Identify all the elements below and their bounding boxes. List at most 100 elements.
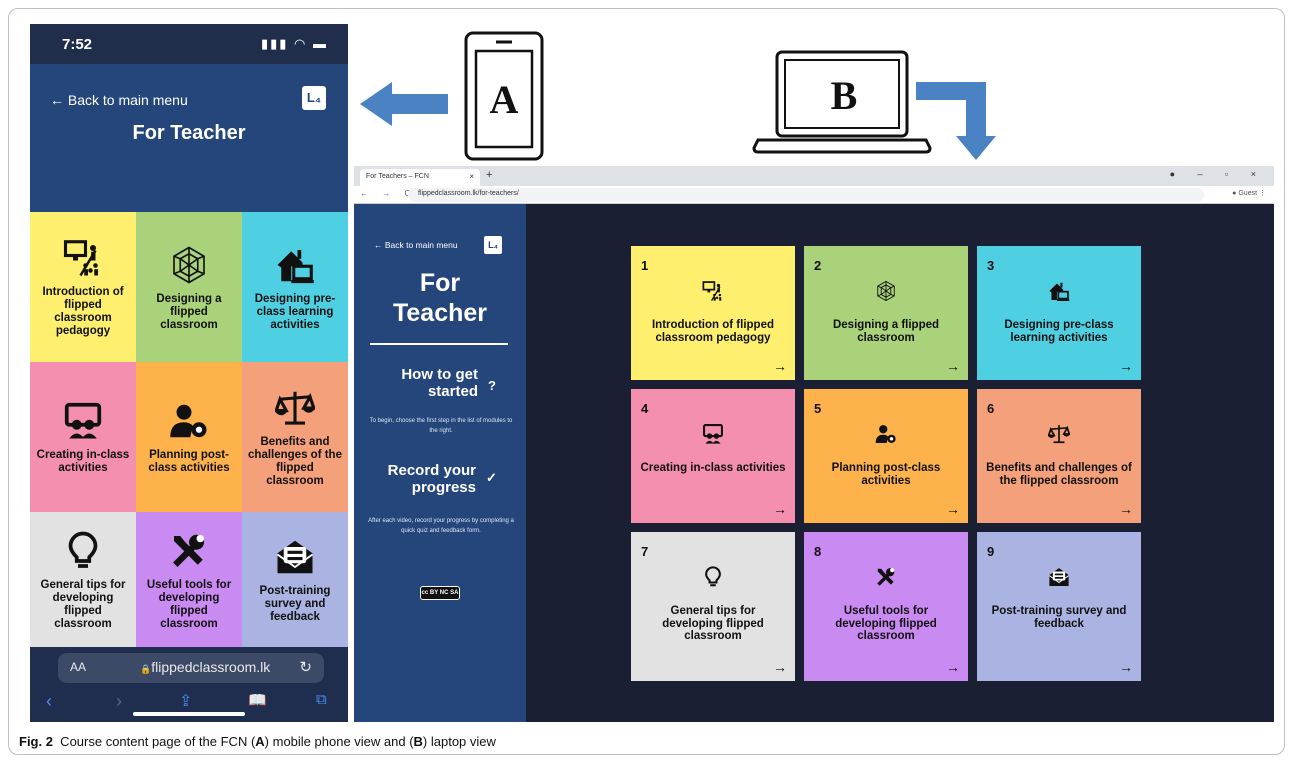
module-label: Introduction of flipped classroom pedago… — [42, 286, 124, 337]
phone-header: ← Back to main menu L₄ For Teacher — [30, 64, 348, 212]
laptop-module-tile[interactable]: 4 Creating in-class activities → — [631, 389, 795, 523]
arrow-right-icon[interactable]: → — [773, 659, 787, 675]
arrow-right-icon[interactable]: → — [1119, 501, 1133, 517]
geodesic-icon — [169, 243, 209, 287]
how-to-start-heading: How to get started — [401, 366, 478, 400]
title-line-1: For — [419, 269, 461, 297]
sidebar-title: For Teacher — [354, 268, 526, 328]
module-label: Designing a flipped classroom — [156, 292, 222, 331]
module-label: Benefits and challenges of the flipped c… — [986, 462, 1132, 487]
module-number: 1 — [641, 258, 649, 273]
module-number: 3 — [987, 258, 995, 273]
module-label: Post-training survey and feedback — [991, 605, 1127, 630]
guest-profile-button[interactable]: ● Guest ⋮ — [1232, 189, 1266, 197]
module-label: Useful tools for developing flipped clas… — [146, 578, 232, 630]
phone-module-tile[interactable]: Post-training survey and feedback — [242, 512, 348, 647]
arrow-right-icon[interactable]: → — [946, 358, 960, 374]
safari-address-bar[interactable]: AA 🔒flippedclassroom.lk ↻ — [58, 653, 324, 683]
laptop-module-tile[interactable]: 2 Designing a flipped classroom → — [804, 246, 968, 380]
caption-text-3: ) laptop view — [422, 734, 496, 749]
reload-icon[interactable]: ↻ — [299, 658, 312, 676]
window-controls[interactable]: ● – ▫ × — [1170, 169, 1266, 179]
caption-text-2: ) mobile phone view and ( — [264, 734, 414, 749]
laptop-module-tile[interactable]: 8 Useful tools for developing flipped cla… — [804, 532, 968, 681]
url-bar[interactable]: flippedclassroom.lk/for-teachers/ — [408, 188, 1204, 202]
arrow-right-icon[interactable]: → — [1119, 358, 1133, 374]
laptop-label: B — [822, 72, 866, 118]
caption-fig-label: Fig. 2 — [19, 734, 53, 749]
back-to-main-menu-link[interactable]: ← Back to main menu — [50, 92, 188, 108]
arrow-right-icon[interactable]: → — [1119, 659, 1133, 675]
module-label: Creating in-class activities — [640, 462, 786, 474]
phone-module-tile[interactable]: Benefits and challenges of the flipped c… — [242, 362, 348, 512]
phone-label: A — [484, 76, 524, 122]
back-chevron-icon[interactable]: ‹ — [46, 691, 52, 712]
question-icon: ? — [488, 378, 496, 393]
module-label: Useful tools for developing flipped clas… — [835, 605, 937, 642]
laptop-module-tile[interactable]: 6 Benefits and challenges of the flipped … — [977, 389, 1141, 523]
presentation-icon — [631, 280, 795, 304]
laptop-module-tile[interactable]: 9 Post-training survey and feedback → — [977, 532, 1141, 681]
module-label: Designing a flipped classroom — [832, 319, 940, 344]
geodesic-icon — [804, 280, 968, 304]
new-tab-icon[interactable]: + — [486, 169, 492, 181]
record-progress-heading: Record your progress — [387, 462, 476, 496]
arrow-right-icon[interactable]: → — [946, 659, 960, 675]
laptop-module-tile[interactable]: 5 Planning post-class activities → — [804, 389, 968, 523]
url-text: flippedclassroom.lk/for-teachers/ — [418, 190, 519, 197]
module-label: Designing pre-class learning activities — [254, 292, 336, 331]
phone-module-tile[interactable]: Useful tools for developing flipped clas… — [136, 512, 242, 647]
guest-label: Guest — [1238, 190, 1258, 197]
share-icon[interactable]: ⇪ — [179, 691, 192, 711]
phone-module-tile[interactable]: Introduction of flipped classroom pedago… — [30, 212, 136, 362]
creative-commons-badge[interactable]: cc BY NC SA — [420, 586, 460, 600]
reader-aa-button[interactable]: AA — [70, 660, 86, 674]
module-number: 6 — [987, 401, 995, 416]
laptop-module-tile[interactable]: 7 General tips for developing flipped cla… — [631, 532, 795, 681]
browser-tab-bar: For Teachers – FCN × + ● – ▫ × — [354, 166, 1274, 186]
forward-chevron-icon[interactable]: › — [116, 691, 122, 712]
url-text: flippedclassroom.lk — [151, 659, 271, 675]
arrow-right-icon[interactable]: → — [773, 501, 787, 517]
site-logo-icon[interactable]: L₄ — [302, 86, 326, 110]
back-to-main-menu-link[interactable]: ← Back to main menu — [374, 240, 458, 250]
phone-screen: 7:52 ▮▮▮ ◠ ▬ ← Back to main menu L₄ For … — [30, 24, 348, 722]
arrow-right-icon[interactable]: → — [773, 358, 787, 374]
module-label: Planning post-class activities — [831, 462, 941, 487]
chalkboard-teacher-icon — [631, 423, 795, 447]
figure-caption: Fig. 2 Course content page of the FCN (A… — [19, 734, 496, 749]
tab-title: For Teachers – FCN — [366, 173, 429, 180]
phone-module-tile[interactable]: Creating in-class activities — [30, 362, 136, 512]
phone-module-tile[interactable]: Designing pre-class learning activities — [242, 212, 348, 362]
module-number: 7 — [641, 544, 649, 559]
envelope-survey-icon — [275, 535, 315, 579]
balance-scale-icon — [275, 386, 315, 430]
caption-a: A — [255, 734, 265, 749]
laptop-module-tile[interactable]: 3 Designing pre-class learning activities… — [977, 246, 1141, 380]
site-logo-icon[interactable]: L₄ — [484, 236, 502, 254]
module-label: Designing pre-class learning activities — [1004, 319, 1114, 344]
module-number: 5 — [814, 401, 822, 416]
check-icon: ✓ — [486, 470, 497, 485]
laptop-module-tile[interactable]: 1 Introduction of flipped classroom pedag… — [631, 246, 795, 380]
home-laptop-icon — [275, 243, 315, 287]
phone-module-tile[interactable]: General tips for developing flipped clas… — [30, 512, 136, 647]
module-label: Creating in-class activities — [36, 449, 130, 474]
user-cog-icon — [169, 399, 209, 443]
lock-icon: 🔒 — [140, 664, 152, 674]
phone-module-tile[interactable]: Designing a flipped classroom — [136, 212, 242, 362]
phone-module-tile[interactable]: Planning post-class activities — [136, 362, 242, 512]
arrow-right-icon[interactable]: → — [946, 501, 960, 517]
record-progress-text: After each video, record your progress b… — [368, 518, 514, 534]
tabs-icon[interactable]: ⧉ — [316, 691, 327, 708]
browser-tab[interactable]: For Teachers – FCN × — [360, 169, 480, 186]
close-tab-icon[interactable]: × — [469, 172, 474, 181]
divider — [370, 343, 508, 345]
tools-icon — [169, 529, 209, 573]
presentation-icon — [63, 236, 103, 280]
safari-bottom-bar: AA 🔒flippedclassroom.lk ↻ ‹ › ⇪ 📖 ⧉ — [30, 647, 348, 722]
bookmarks-icon[interactable]: 📖 — [248, 691, 267, 709]
module-label: Introduction of flipped classroom pedago… — [651, 319, 774, 344]
signal-wifi-battery-icon: ▮▮▮ ◠ ▬ — [260, 36, 328, 51]
laptop-module-grid: 1 Introduction of flipped classroom pedag… — [631, 246, 1169, 683]
